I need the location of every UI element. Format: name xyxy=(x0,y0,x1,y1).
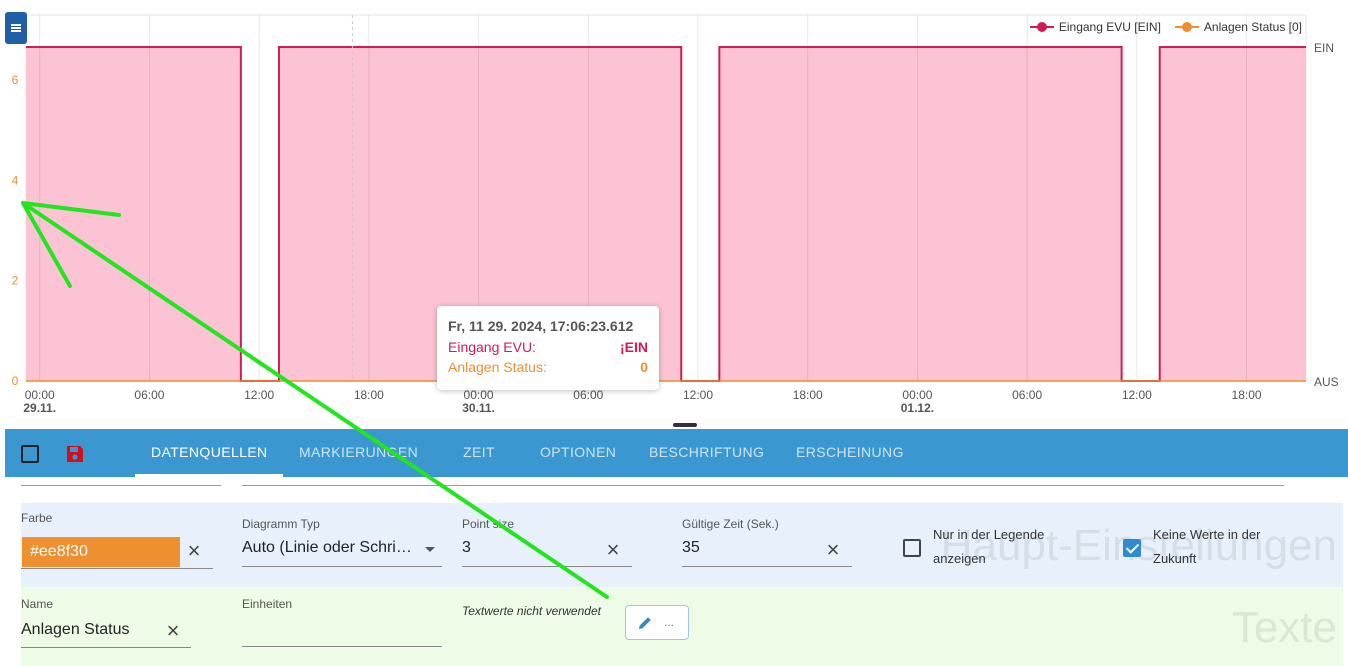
resize-handle[interactable] xyxy=(673,423,697,427)
no-future-values-checkbox[interactable] xyxy=(1123,539,1141,557)
units-input[interactable] xyxy=(242,621,442,641)
chart-tooltip: Fr, 11 29. 2024, 17:06:23.612 Eingang EV… xyxy=(437,306,659,390)
valid-time-field: Gültige Zeit (Sek.) 35 × xyxy=(682,517,852,571)
legend-marker-icon xyxy=(1029,21,1054,33)
tab-optionen[interactable]: OPTIONEN xyxy=(540,444,616,460)
chart-type-select[interactable]: Diagramm Typ Auto (Linie oder Schri… xyxy=(242,517,442,571)
form-area: Haupt-Einstellungen Farbe #ee8f30 × Diag… xyxy=(5,477,1348,666)
chevron-down-icon xyxy=(425,547,435,552)
chart-type-value: Auto (Linie oder Schri… xyxy=(242,539,412,556)
clear-name-icon[interactable]: × xyxy=(163,620,183,642)
x-tick-label: 00:00 xyxy=(464,388,494,402)
y-right-label-top: EIN xyxy=(1314,41,1334,55)
text-values-note: Textwerte nicht verwendet xyxy=(462,604,601,618)
clear-valid-time-icon[interactable]: × xyxy=(823,539,843,561)
field-underline xyxy=(682,566,852,567)
menu-button[interactable] xyxy=(5,12,27,44)
x-tick-label: 12:00 xyxy=(244,388,274,402)
color-input[interactable]: #ee8f30 xyxy=(22,537,180,567)
color-field-label: Farbe xyxy=(21,511,53,525)
chart-type-label: Diagramm Typ xyxy=(242,517,320,531)
no-future-values-label: Keine Werte in der xyxy=(1153,527,1261,542)
legend-label: Eingang EVU [EIN] xyxy=(1058,20,1161,34)
tooltip-row-evu: Eingang EVU: ¡EIN xyxy=(448,339,648,355)
chart-editor: 0 2 4 6 EIN AUS 00:00 06:00 12:00 18:00 00:00 06:00… xyxy=(0,0,1348,666)
legend-only-label: Nur in der Legende xyxy=(933,527,1045,542)
x-date-label: 30.11. xyxy=(462,401,495,415)
name-label: Name xyxy=(21,597,54,611)
chart-area: 0 2 4 6 EIN AUS 00:00 06:00 12:00 18:00 00:00 06:00… xyxy=(0,0,1348,420)
name-field: Name Anlagen Status × xyxy=(21,597,191,649)
tooltip-title: Fr, 11 29. 2024, 17:06:23.612 xyxy=(448,318,634,334)
chart-legend: Eingang EVU [EIN] Anlagen Status [0] xyxy=(1029,20,1302,34)
tab-zeit[interactable]: ZEIT xyxy=(463,444,495,460)
point-size-label: Point size xyxy=(462,517,515,531)
no-future-values-label: Zukunft xyxy=(1153,551,1197,566)
units-field: Einheiten xyxy=(242,597,442,649)
tooltip-value: 0 xyxy=(640,359,648,375)
point-size-input[interactable]: 3 xyxy=(462,539,582,557)
tab-markierungen[interactable]: MARKIERUNGEN xyxy=(299,444,418,460)
legend-item-evu[interactable]: Eingang EVU [EIN] xyxy=(1029,20,1161,34)
y-tick-label: 6 xyxy=(12,73,19,87)
x-date-label: 01.12. xyxy=(901,401,934,415)
x-date-label: 29.11. xyxy=(23,401,56,415)
area-fill-evu xyxy=(26,47,1306,381)
previous-section-fields xyxy=(5,477,1348,503)
legend-only-label: anzeigen xyxy=(933,551,986,566)
y-tick-label: 4 xyxy=(12,173,19,187)
x-tick-label: 18:00 xyxy=(1232,388,1262,402)
y-tick-label: 0 xyxy=(12,374,19,388)
select-all-checkbox[interactable] xyxy=(21,445,39,463)
legend-item-status[interactable]: Anlagen Status [0] xyxy=(1174,20,1302,34)
pencil-icon xyxy=(639,617,651,629)
x-tick-label: 00:00 xyxy=(902,388,932,402)
legend-marker-icon xyxy=(1174,21,1199,33)
tooltip-row-status: Anlagen Status: 0 xyxy=(448,359,648,375)
valid-time-input[interactable]: 35 xyxy=(682,539,802,557)
field-underline xyxy=(242,646,442,647)
x-tick-label: 18:00 xyxy=(793,388,823,402)
point-size-field: Point size 3 × xyxy=(462,517,632,571)
legend-only-checkbox[interactable] xyxy=(903,539,921,557)
field-underline xyxy=(462,566,632,567)
chart-plot: 0 2 4 6 EIN AUS 00:00 06:00 12:00 18:00 00:00 06:00… xyxy=(12,14,1339,415)
y-right-label-bottom: AUS xyxy=(1314,375,1339,389)
x-tick-label: 12:00 xyxy=(1122,388,1152,402)
section-watermark: Texte xyxy=(1231,603,1337,652)
tab-beschriftung[interactable]: BESCHRIFTUNG xyxy=(649,444,764,460)
x-tick-label: 18:00 xyxy=(354,388,384,402)
texts-section: Texte Name Anlagen Status × Einheiten Te… xyxy=(21,587,1343,666)
x-tick-label: 00:00 xyxy=(25,388,55,402)
field-underline xyxy=(21,647,191,648)
field-underline xyxy=(242,566,442,567)
tooltip-label: Anlagen Status: xyxy=(448,359,547,375)
hamburger-icon xyxy=(11,27,21,29)
field-underline xyxy=(21,568,213,569)
units-label: Einheiten xyxy=(242,597,293,611)
tab-erscheinung[interactable]: ERSCHEINUNG xyxy=(796,444,904,460)
tooltip-value: ¡EIN xyxy=(620,339,648,355)
field-underline xyxy=(242,485,1284,486)
valid-time-label: Gültige Zeit (Sek.) xyxy=(682,517,779,531)
color-field: Farbe #ee8f30 × xyxy=(21,511,216,571)
tooltip-label: Eingang EVU: xyxy=(448,339,536,355)
editor-toolbar: DATENQUELLEN MARKIERUNGEN ZEIT OPTIONEN … xyxy=(5,429,1348,477)
x-tick-label: 12:00 xyxy=(683,388,713,402)
x-tick-label: 06:00 xyxy=(134,388,164,402)
field-underline xyxy=(21,485,221,486)
main-settings-section: Haupt-Einstellungen Farbe #ee8f30 × Diag… xyxy=(21,503,1343,587)
edit-texts-label: ... xyxy=(664,615,675,629)
name-input[interactable]: Anlagen Status xyxy=(21,621,161,639)
clear-color-icon[interactable]: × xyxy=(184,540,204,562)
edit-texts-button[interactable]: ... xyxy=(625,605,689,640)
save-icon[interactable] xyxy=(65,444,85,464)
x-tick-label: 06:00 xyxy=(573,388,603,402)
x-tick-label: 06:00 xyxy=(1012,388,1042,402)
y-tick-label: 2 xyxy=(12,274,19,288)
tab-datenquellen[interactable]: DATENQUELLEN xyxy=(151,444,268,460)
legend-label: Anlagen Status [0] xyxy=(1203,20,1302,34)
clear-point-size-icon[interactable]: × xyxy=(603,539,623,561)
